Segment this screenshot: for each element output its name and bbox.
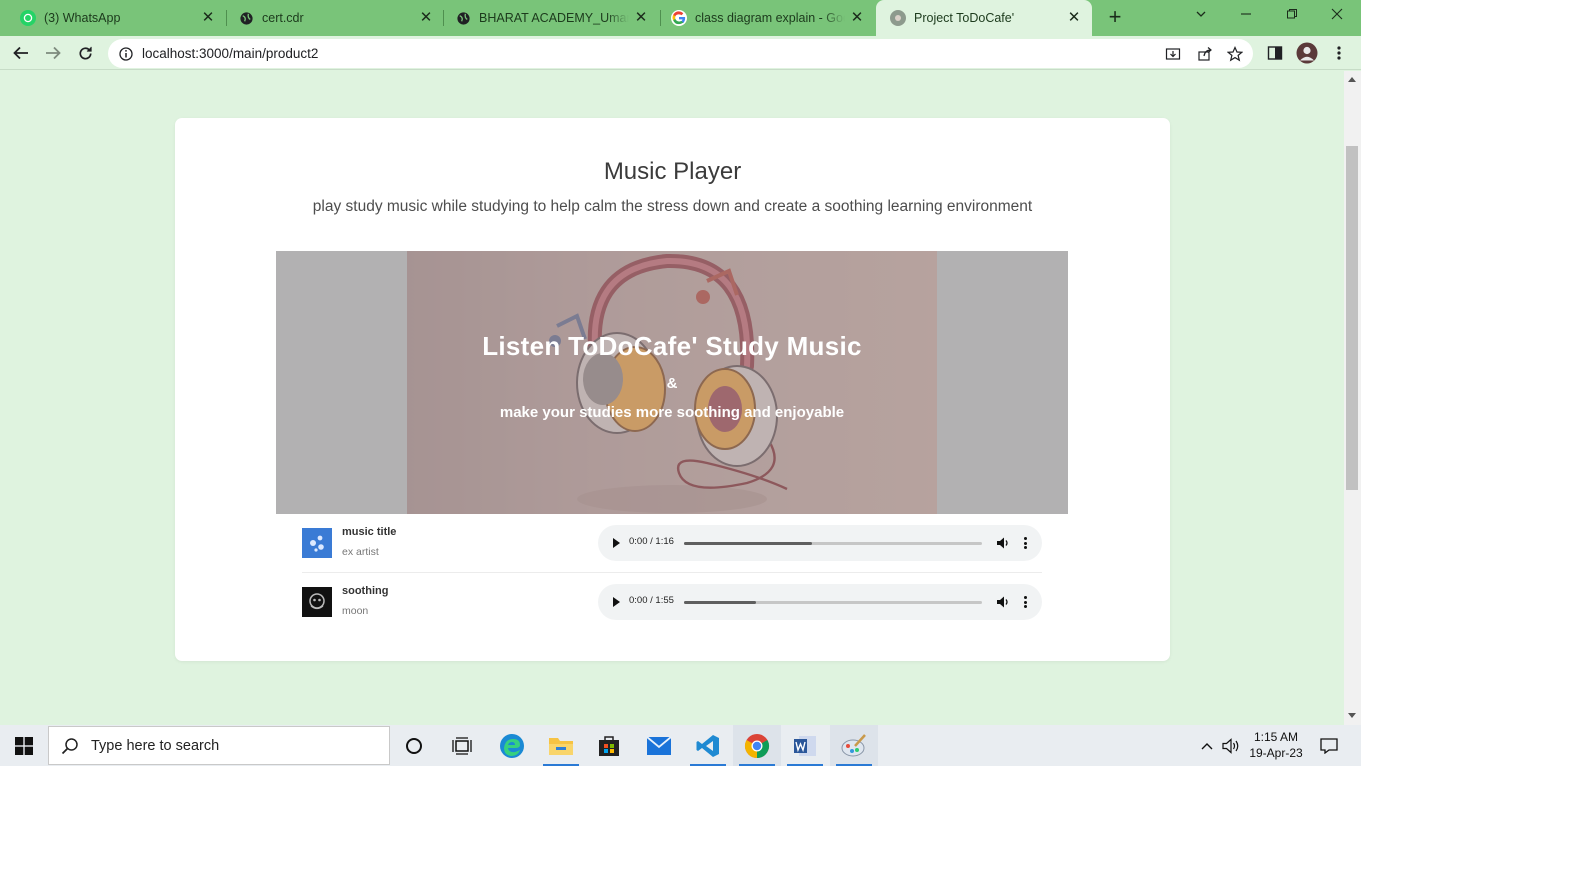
audio-player: 0:00 / 1:55 [598, 584, 1042, 620]
google-icon [671, 10, 687, 26]
page-subtitle: play study music while studying to help … [312, 198, 1033, 215]
browser-toolbar: localhost:3000/main/product2 [0, 36, 1361, 70]
close-tab-icon[interactable]: ✕ [418, 10, 434, 26]
page-scrollbar[interactable] [1344, 71, 1361, 725]
url-text: localhost:3000/main/product2 [142, 46, 319, 61]
word-icon[interactable] [781, 725, 829, 766]
vscode-icon[interactable] [684, 725, 732, 766]
todocafe-icon [890, 10, 906, 26]
track-row: music title ex artist 0:00 / 1:16 [302, 514, 1042, 573]
tab-title: BHARAT ACADEMY_Umang S [479, 11, 629, 25]
volume-icon[interactable] [996, 595, 1010, 609]
track-artist: ex artist [342, 546, 379, 558]
install-app-icon[interactable] [1161, 42, 1185, 66]
globe-icon [238, 10, 254, 26]
scroll-down-arrow-icon[interactable] [1348, 713, 1356, 718]
tab-title: class diagram explain - Goog [695, 11, 845, 25]
close-tab-icon[interactable]: ✕ [849, 10, 865, 26]
tab-title: cert.cdr [262, 11, 304, 25]
share-icon[interactable] [1193, 42, 1217, 66]
globe-icon [455, 10, 471, 26]
tab-google-search[interactable]: class diagram explain - Goog ✕ [657, 0, 875, 36]
hero-ampersand: & [666, 375, 678, 392]
forward-arrow-icon[interactable] [40, 40, 66, 66]
windows-start-icon[interactable] [0, 725, 48, 766]
hero-headline: Listen ToDoCafe' Study Music [482, 331, 862, 361]
new-tab-button[interactable]: + [1103, 6, 1127, 30]
file-explorer-icon[interactable] [537, 725, 585, 766]
track-title: soothing [342, 585, 389, 597]
tab-todocafe[interactable]: Project ToDoCafe' ✕ [876, 0, 1092, 36]
taskbar-search-box[interactable]: Type here to search [48, 726, 390, 765]
close-window-icon[interactable] [1322, 4, 1352, 26]
system-clock[interactable]: 1:15 AM 19-Apr-23 [1246, 729, 1306, 761]
tab-bharat-academy[interactable]: BHARAT ACADEMY_Umang S ✕ [441, 0, 659, 36]
play-icon[interactable] [613, 597, 620, 607]
tab-title: Project ToDoCafe' [914, 11, 1015, 25]
seek-bar[interactable] [684, 601, 982, 604]
volume-icon[interactable] [996, 536, 1010, 550]
music-player-card: Music Player play study music while stud… [175, 118, 1170, 661]
task-view-icon[interactable] [438, 725, 486, 766]
windows-taskbar: Type here to search 1:15 AM 19-Apr-23 [0, 725, 1361, 766]
restore-icon[interactable] [1277, 4, 1307, 26]
address-bar[interactable]: localhost:3000/main/product2 [108, 39, 1253, 68]
hero-banner: Listen ToDoCafe' Study Music & make your… [276, 251, 1068, 514]
hero-tagline: make your studies more soothing and enjo… [499, 404, 845, 421]
whatsapp-icon [20, 10, 36, 26]
microsoft-store-icon[interactable] [585, 725, 633, 766]
reload-icon[interactable] [72, 40, 98, 66]
browser-tab-strip: (3) WhatsApp ✕ cert.cdr ✕ BHARAT ACADEMY… [0, 0, 1361, 36]
edge-icon[interactable] [488, 725, 536, 766]
close-tab-icon[interactable]: ✕ [633, 10, 649, 26]
playback-time: 0:00 / 1:16 [629, 536, 674, 547]
search-placeholder: Type here to search [91, 737, 220, 754]
tab-cert[interactable]: cert.cdr ✕ [224, 0, 444, 36]
paint-icon[interactable] [830, 725, 878, 766]
tab-title: (3) WhatsApp [44, 11, 121, 25]
close-tab-icon[interactable]: ✕ [1066, 10, 1082, 26]
playback-time: 0:00 / 1:55 [629, 595, 674, 606]
mail-icon[interactable] [635, 725, 683, 766]
show-hidden-icons-icon[interactable] [1196, 725, 1218, 766]
album-art-thumbnail [302, 528, 332, 558]
back-arrow-icon[interactable] [8, 40, 34, 66]
scrollbar-thumb[interactable] [1346, 146, 1358, 490]
more-options-icon[interactable] [1020, 595, 1030, 609]
seek-bar[interactable] [684, 542, 982, 545]
close-tab-icon[interactable]: ✕ [200, 10, 216, 26]
clock-time: 1:15 AM [1253, 730, 1299, 744]
play-icon[interactable] [613, 538, 620, 548]
side-panel-icon[interactable] [1263, 41, 1287, 65]
site-info-icon[interactable] [119, 46, 133, 61]
tab-search-icon[interactable] [1186, 4, 1216, 26]
track-artist: moon [342, 605, 369, 617]
track-title: music title [342, 526, 397, 538]
notifications-icon[interactable] [1316, 725, 1342, 766]
scroll-up-arrow-icon[interactable] [1348, 77, 1356, 82]
page-viewport: Music Player play study music while stud… [0, 71, 1344, 725]
more-options-icon[interactable] [1020, 536, 1030, 550]
tab-whatsapp[interactable]: (3) WhatsApp ✕ [6, 0, 226, 36]
seek-bar-fill [684, 542, 813, 545]
desktop-screen: (3) WhatsApp ✕ cert.cdr ✕ BHARAT ACADEMY… [0, 0, 1361, 766]
page-title: Music Player [603, 158, 742, 185]
album-art-thumbnail [302, 587, 332, 617]
seek-bar-fill [684, 601, 756, 604]
minimize-icon[interactable] [1231, 4, 1261, 26]
cortana-icon[interactable] [390, 725, 438, 766]
volume-tray-icon[interactable] [1220, 725, 1242, 766]
chrome-icon[interactable] [733, 725, 781, 766]
search-icon [61, 737, 79, 755]
browser-menu-icon[interactable] [1327, 41, 1351, 65]
audio-player: 0:00 / 1:16 [598, 525, 1042, 561]
bookmark-star-icon[interactable] [1223, 42, 1247, 66]
clock-date: 19-Apr-23 [1249, 746, 1303, 760]
track-row: soothing moon 0:00 / 1:55 [302, 573, 1042, 632]
profile-avatar-icon[interactable] [1295, 41, 1319, 65]
